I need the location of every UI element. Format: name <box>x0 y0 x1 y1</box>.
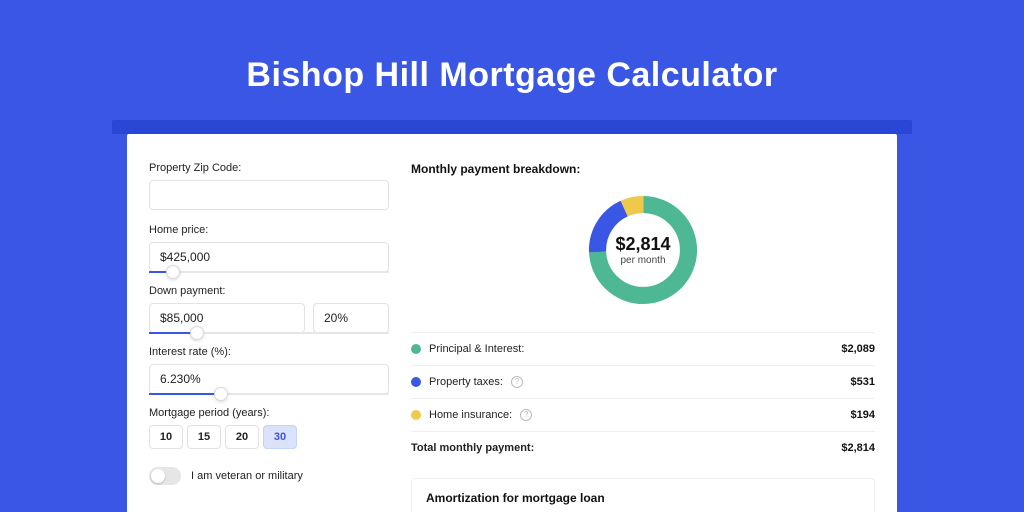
row-principal-value: $2,089 <box>841 343 875 355</box>
veteran-toggle[interactable] <box>149 467 181 485</box>
slider-thumb[interactable] <box>190 326 204 340</box>
home-price-input[interactable] <box>149 242 389 272</box>
row-total: Total monthly payment: $2,814 <box>411 431 875 464</box>
breakdown-title: Monthly payment breakdown: <box>411 162 875 176</box>
veteran-row: I am veteran or military <box>149 467 389 485</box>
page-title: Bishop Hill Mortgage Calculator <box>0 56 1024 95</box>
slider-rest <box>173 271 389 273</box>
amortization-title: Amortization for mortgage loan <box>426 491 860 505</box>
donut-center: $2,814 per month <box>583 190 703 310</box>
interest-group: Interest rate (%): <box>149 346 389 394</box>
page-background: Bishop Hill Mortgage Calculator Property… <box>0 0 1024 512</box>
row-insurance-value: $194 <box>851 409 875 421</box>
donut-chart: $2,814 per month <box>583 190 703 310</box>
results-column: Monthly payment breakdown: $2,814 per mo… <box>411 162 875 512</box>
period-group: Mortgage period (years): 10 15 20 30 <box>149 407 389 449</box>
help-icon[interactable]: ? <box>511 376 523 388</box>
down-payment-group: Down payment: <box>149 285 389 333</box>
zip-group: Property Zip Code: <box>149 162 389 210</box>
row-taxes: Property taxes: ? $531 <box>411 365 875 398</box>
amortization-box: Amortization for mortgage loan Amortizat… <box>411 478 875 512</box>
row-taxes-value: $531 <box>851 376 875 388</box>
donut-sub: per month <box>620 255 665 266</box>
home-price-group: Home price: <box>149 224 389 272</box>
down-payment-label: Down payment: <box>149 285 389 297</box>
row-insurance: Home insurance: ? $194 <box>411 398 875 431</box>
row-principal-label: Principal & Interest: <box>429 343 524 355</box>
period-buttons: 10 15 20 30 <box>149 425 389 449</box>
row-insurance-left: Home insurance: ? <box>411 409 532 421</box>
down-payment-input[interactable] <box>149 303 305 333</box>
row-total-value: $2,814 <box>841 442 875 454</box>
legend-dot-principal <box>411 344 421 354</box>
donut-area: $2,814 per month <box>411 190 875 310</box>
legend-dot-taxes <box>411 377 421 387</box>
card-shadow <box>112 120 912 134</box>
row-taxes-left: Property taxes: ? <box>411 376 523 388</box>
slider-rest <box>221 393 389 395</box>
row-total-label: Total monthly payment: <box>411 442 534 454</box>
period-label: Mortgage period (years): <box>149 407 389 419</box>
legend-dot-insurance <box>411 410 421 420</box>
row-taxes-label: Property taxes: <box>429 376 503 388</box>
interest-label: Interest rate (%): <box>149 346 389 358</box>
period-option-15[interactable]: 15 <box>187 425 221 449</box>
inputs-column: Property Zip Code: Home price: Down paym… <box>149 162 389 512</box>
help-icon[interactable]: ? <box>520 409 532 421</box>
home-price-label: Home price: <box>149 224 389 236</box>
period-option-20[interactable]: 20 <box>225 425 259 449</box>
slider-thumb[interactable] <box>166 265 180 279</box>
calculator-card: Property Zip Code: Home price: Down paym… <box>127 134 897 512</box>
row-principal-left: Principal & Interest: <box>411 343 524 355</box>
period-option-10[interactable]: 10 <box>149 425 183 449</box>
slider-thumb[interactable] <box>214 387 228 401</box>
interest-input[interactable] <box>149 364 389 394</box>
zip-label: Property Zip Code: <box>149 162 389 174</box>
row-insurance-label: Home insurance: <box>429 409 512 421</box>
down-payment-pair <box>149 303 389 333</box>
donut-amount: $2,814 <box>615 234 670 255</box>
period-option-30[interactable]: 30 <box>263 425 297 449</box>
down-payment-pct-input[interactable] <box>313 303 389 333</box>
row-principal: Principal & Interest: $2,089 <box>411 332 875 365</box>
zip-input[interactable] <box>149 180 389 210</box>
slider-rest <box>197 332 389 334</box>
slider-track <box>149 393 221 395</box>
veteran-label: I am veteran or military <box>191 470 303 482</box>
